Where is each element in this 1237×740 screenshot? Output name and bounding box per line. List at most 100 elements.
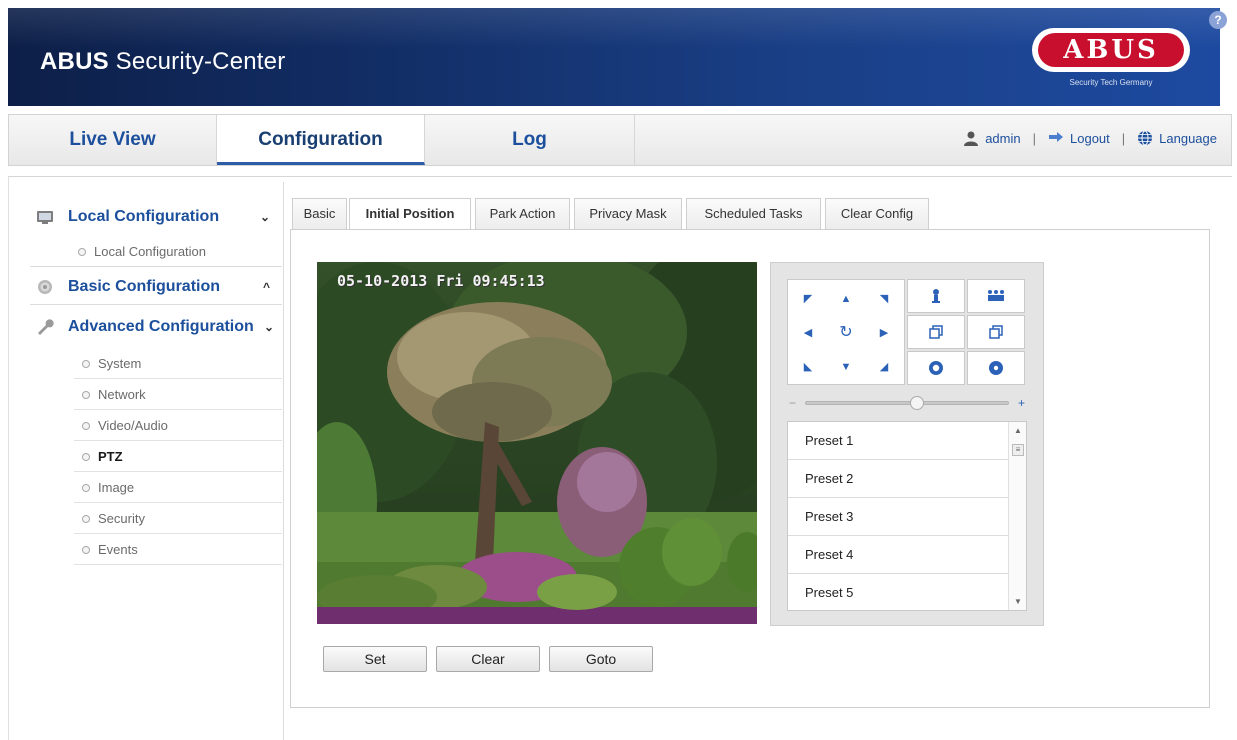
- iris-close-button[interactable]: [967, 351, 1025, 385]
- username-link[interactable]: admin: [985, 131, 1020, 146]
- main-nav: Live View Configuration Log admin | Logo…: [8, 114, 1232, 166]
- tab-log[interactable]: Log: [425, 115, 635, 165]
- focus-near-button[interactable]: [907, 315, 965, 349]
- zoom-out-button[interactable]: [967, 279, 1025, 313]
- sidebar-section-label: Basic Configuration: [68, 278, 221, 295]
- ptz-direction-pad: ◤ ▲ ◥ ◀ ↻ ▶ ◣ ▼ ◢: [787, 279, 905, 385]
- help-icon[interactable]: ?: [1209, 11, 1227, 29]
- app-header: ABUS Security-Center ABUS Security Tech …: [8, 8, 1220, 106]
- sidebar-item-label: Network: [98, 387, 146, 402]
- sidebar-item-ptz[interactable]: PTZ: [74, 441, 282, 472]
- subtab-privacy-mask[interactable]: Privacy Mask: [574, 198, 682, 230]
- scroll-thumb[interactable]: ≡: [1012, 444, 1024, 456]
- preset-item[interactable]: Preset 3: [788, 498, 1008, 536]
- bullet-icon: [82, 453, 90, 461]
- sidebar-item-image[interactable]: Image: [74, 472, 282, 503]
- sidebar-item-system[interactable]: System: [74, 348, 282, 379]
- focus-far-button[interactable]: [967, 315, 1025, 349]
- sidebar-section-basic-config[interactable]: Basic Configuration ^: [36, 273, 282, 301]
- subtab-basic[interactable]: Basic: [292, 198, 347, 230]
- speed-plus-icon: +: [1017, 396, 1025, 410]
- ptz-down-button[interactable]: ▼: [828, 350, 864, 384]
- live-video-preview[interactable]: 05-10-2013 Fri 09:45:13: [317, 262, 757, 624]
- sidebar-item-label: Video/Audio: [98, 418, 168, 433]
- sidebar-item-network[interactable]: Network: [74, 379, 282, 410]
- bullet-icon: [82, 360, 90, 368]
- logo-tagline: Security Tech Germany: [1069, 78, 1153, 87]
- preset-item[interactable]: Preset 2: [788, 460, 1008, 498]
- preset-item[interactable]: Preset 1: [788, 422, 1008, 460]
- ptz-auto-rotate-button[interactable]: ↻: [828, 316, 864, 350]
- tab-configuration[interactable]: Configuration: [217, 115, 425, 165]
- logout-link[interactable]: Logout: [1070, 131, 1110, 146]
- monitor-icon: [37, 211, 53, 224]
- iris-open-button[interactable]: [907, 351, 965, 385]
- logout-icon: [1049, 132, 1063, 142]
- bullet-icon: [82, 484, 90, 492]
- goto-button[interactable]: Goto: [549, 646, 653, 672]
- divider: [30, 304, 282, 305]
- sidebar-section-label: Local Configuration: [68, 208, 220, 225]
- tab-live-view[interactable]: Live View: [9, 115, 217, 165]
- gear-icon: [38, 280, 52, 294]
- sidebar-item-local-configuration[interactable]: Local Configuration: [70, 236, 282, 267]
- video-osd-timestamp: 05-10-2013 Fri 09:45:13: [337, 272, 545, 290]
- preset-item[interactable]: Preset 5: [788, 574, 1008, 610]
- subtab-scheduled-tasks[interactable]: Scheduled Tasks: [686, 198, 821, 230]
- language-link[interactable]: Language: [1159, 131, 1217, 146]
- subtab-park-action[interactable]: Park Action: [475, 198, 570, 230]
- wrench-icon: [38, 319, 54, 335]
- separator: |: [1032, 130, 1036, 146]
- iris-close-icon: [989, 361, 1003, 376]
- sidebar-section-local-config[interactable]: Local Configuration ⌄: [36, 203, 282, 231]
- ptz-right-button[interactable]: ▶: [866, 316, 902, 350]
- sidebar-item-label: Security: [98, 511, 145, 526]
- ptz-up-button[interactable]: ▲: [828, 282, 864, 316]
- subtab-clear-config[interactable]: Clear Config: [825, 198, 929, 230]
- bullet-icon: [82, 515, 90, 523]
- speed-thumb[interactable]: [909, 396, 924, 410]
- preset-list: Preset 1 Preset 2 Preset 3 Preset 4 Pres…: [787, 421, 1027, 611]
- ptz-up-right-button[interactable]: ◥: [866, 282, 902, 316]
- preset-item[interactable]: Preset 4: [788, 536, 1008, 574]
- chevron-down-icon: ⌄: [263, 320, 274, 334]
- iris-open-icon: [929, 361, 943, 376]
- ptz-up-left-button[interactable]: ◤: [790, 282, 826, 316]
- focus-far-icon: [989, 325, 1003, 339]
- sidebar-item-label: Events: [98, 542, 138, 557]
- chevron-down-icon: ⌄: [259, 210, 270, 224]
- user-icon: [964, 131, 979, 146]
- sidebar-section-advanced-config[interactable]: Advanced Configuration ⌄: [36, 313, 282, 341]
- camera-scene-image: [317, 262, 757, 624]
- bullet-icon: [82, 546, 90, 554]
- ptz-speed-slider[interactable]: − +: [787, 395, 1027, 411]
- sidebar-item-events[interactable]: Events: [74, 534, 282, 565]
- scroll-up-icon[interactable]: ▲: [1009, 426, 1026, 435]
- zoom-out-icon: [988, 290, 1004, 302]
- globe-icon: [1138, 130, 1153, 146]
- set-button[interactable]: Set: [323, 646, 427, 672]
- scroll-down-icon[interactable]: ▼: [1009, 597, 1026, 606]
- sidebar-item-security[interactable]: Security: [74, 503, 282, 534]
- bullet-icon: [82, 422, 90, 430]
- sidebar-item-video-audio[interactable]: Video/Audio: [74, 410, 282, 441]
- sidebar-section-label: Advanced Configuration: [68, 318, 254, 335]
- sidebar-item-label: Image: [98, 480, 135, 495]
- chevron-up-icon: ^: [262, 280, 270, 294]
- zoom-in-icon: [932, 289, 940, 304]
- speed-minus-icon: −: [789, 396, 797, 410]
- ptz-down-right-button[interactable]: ◢: [866, 350, 902, 384]
- ptz-left-button[interactable]: ◀: [790, 316, 826, 350]
- subtab-initial-position[interactable]: Initial Position: [349, 198, 471, 231]
- user-bar: admin | Logout | Language: [963, 130, 1217, 146]
- speed-track: [805, 401, 1009, 405]
- ptz-control-panel: ◤ ▲ ◥ ◀ ↻ ▶ ◣ ▼ ◢ − + Preset 1 Preset 2 …: [770, 262, 1044, 626]
- app-title: ABUS Security-Center: [40, 48, 286, 75]
- sidebar-item-label: Local Configuration: [94, 244, 207, 259]
- zoom-in-button[interactable]: [907, 279, 965, 313]
- focus-near-icon: [929, 325, 943, 339]
- bullet-icon: [78, 248, 86, 256]
- preset-scrollbar[interactable]: ▲ ≡ ▼: [1008, 422, 1026, 610]
- clear-button[interactable]: Clear: [436, 646, 540, 672]
- ptz-down-left-button[interactable]: ◣: [790, 350, 826, 384]
